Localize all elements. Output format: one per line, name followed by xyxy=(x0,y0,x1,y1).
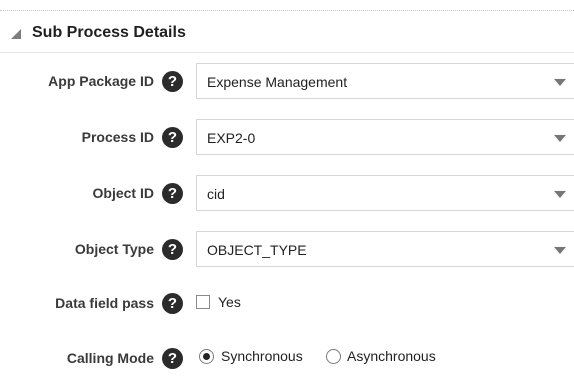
asynchronous-label[interactable]: Asynchronous xyxy=(347,348,436,364)
field-row-object-id: Object ID ? cid xyxy=(0,175,574,215)
object-type-value: OBJECT_TYPE xyxy=(207,242,307,258)
process-label: Process ID xyxy=(81,129,154,145)
app-package-value: Expense Management xyxy=(207,74,348,90)
field-row-calling-mode: Calling Mode ? Synchronous Asynchronous xyxy=(0,340,574,380)
question-circle-icon[interactable]: ? xyxy=(162,127,183,148)
data-field-pass-checkbox[interactable] xyxy=(196,295,210,309)
section-divider xyxy=(0,52,574,53)
question-circle-icon[interactable]: ? xyxy=(162,348,183,369)
question-circle-icon[interactable]: ? xyxy=(162,293,183,314)
object-id-value: cid xyxy=(207,186,225,202)
field-row-object-type: Object Type ? OBJECT_TYPE xyxy=(0,231,574,271)
collapse-triangle-icon[interactable] xyxy=(11,29,21,39)
process-value: EXP2-0 xyxy=(207,130,256,146)
object-id-select[interactable]: cid xyxy=(196,175,574,211)
field-row-app-package: App Package ID ? Expense Management xyxy=(0,63,574,103)
object-id-label: Object ID xyxy=(92,185,154,201)
object-type-label: Object Type xyxy=(74,241,154,257)
chevron-down-icon[interactable] xyxy=(554,247,566,254)
app-package-select[interactable]: Expense Management xyxy=(196,63,574,99)
app-package-label: App Package ID xyxy=(48,73,154,89)
data-field-pass-label: Data field pass xyxy=(55,295,154,311)
field-row-data-field-pass: Data field pass ? Yes xyxy=(0,285,574,325)
question-circle-icon[interactable]: ? xyxy=(162,239,183,260)
asynchronous-radio[interactable] xyxy=(326,349,341,364)
chevron-down-icon[interactable] xyxy=(554,79,566,86)
section-title: Sub Process Details xyxy=(32,24,186,41)
question-circle-icon[interactable]: ? xyxy=(162,183,183,204)
radio-selected-dot xyxy=(203,353,210,360)
chevron-down-icon[interactable] xyxy=(554,135,566,142)
data-field-pass-option-label[interactable]: Yes xyxy=(218,294,241,310)
synchronous-label[interactable]: Synchronous xyxy=(221,348,303,364)
field-row-process: Process ID ? EXP2-0 xyxy=(0,119,574,159)
process-select[interactable]: EXP2-0 xyxy=(196,119,574,155)
calling-mode-label: Calling Mode xyxy=(66,350,154,366)
question-circle-icon[interactable]: ? xyxy=(162,71,183,92)
synchronous-radio[interactable] xyxy=(199,349,214,364)
object-type-select[interactable]: OBJECT_TYPE xyxy=(196,231,574,267)
chevron-down-icon[interactable] xyxy=(554,191,566,198)
